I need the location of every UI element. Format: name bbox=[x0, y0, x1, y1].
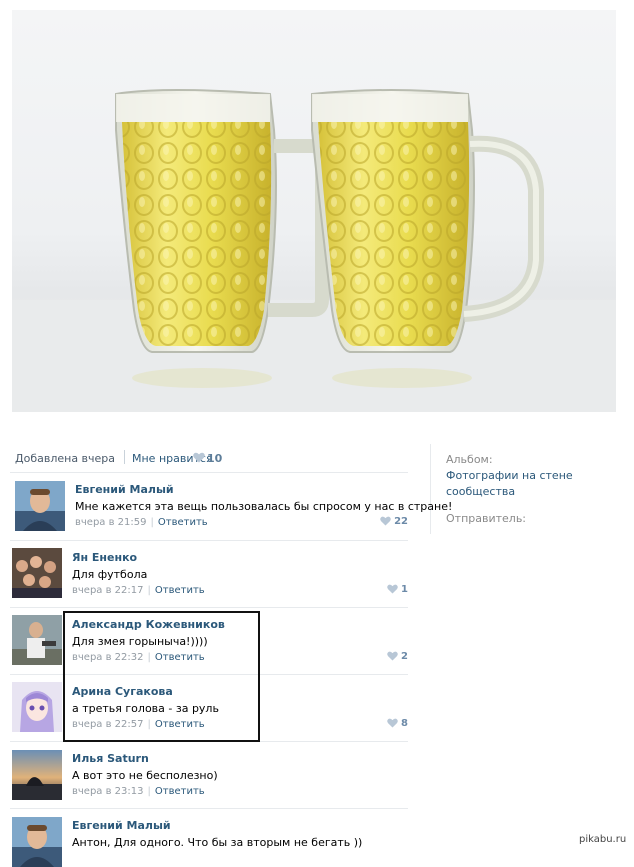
divider bbox=[10, 472, 408, 473]
comment-like-count: 8 bbox=[401, 718, 408, 729]
divider bbox=[10, 540, 408, 541]
heart-icon bbox=[387, 718, 398, 728]
comment-like-count: 1 bbox=[401, 584, 408, 595]
reply-link[interactable]: Ответить bbox=[158, 517, 208, 528]
separator bbox=[124, 450, 125, 464]
heart-icon bbox=[380, 516, 391, 526]
album-label: Альбом: bbox=[446, 453, 493, 466]
sender-label: Отправитель: bbox=[446, 512, 527, 525]
reply-link[interactable]: Ответить bbox=[155, 786, 205, 797]
highlight-frame bbox=[63, 611, 260, 742]
post-photo[interactable] bbox=[12, 10, 616, 412]
comment-text: А вот это не бесполезно) bbox=[72, 769, 218, 782]
comment-time[interactable]: вчера в 22:17 bbox=[72, 585, 144, 596]
avatar[interactable] bbox=[12, 817, 62, 867]
avatar[interactable] bbox=[12, 750, 62, 800]
album-name-line2[interactable]: сообщества bbox=[446, 484, 515, 500]
comment-author[interactable]: Евгений Малый bbox=[75, 483, 174, 496]
comment-text: Антон, Для одного. Что бы за вторым не б… bbox=[72, 836, 363, 849]
watermark: pikabu.ru bbox=[579, 834, 627, 845]
comment-meta: вчера в 22:17 | Ответить bbox=[72, 585, 205, 596]
avatar[interactable] bbox=[12, 548, 62, 598]
comment-author[interactable]: Евгений Малый bbox=[72, 819, 171, 832]
comment-author[interactable]: Ян Ененко bbox=[72, 551, 137, 564]
comment-time[interactable]: вчера в 21:59 bbox=[75, 517, 147, 528]
comment-meta: вчера в 21:59 | Ответить bbox=[75, 517, 208, 528]
comment-like-count: 2 bbox=[401, 651, 408, 662]
heart-icon bbox=[387, 651, 398, 661]
comment-meta: вчера в 23:13 | Ответить bbox=[72, 786, 205, 797]
divider bbox=[10, 808, 408, 809]
comment-like-count: 22 bbox=[394, 516, 408, 527]
reply-link[interactable]: Ответить bbox=[155, 585, 205, 596]
comment-time[interactable]: вчера в 23:13 bbox=[72, 786, 144, 797]
comment-like-button[interactable]: 2 bbox=[387, 651, 408, 662]
avatar[interactable] bbox=[12, 682, 62, 732]
added-date: Добавлена вчера bbox=[15, 452, 116, 465]
comment-text: Для футбола bbox=[72, 568, 148, 581]
left-mug bbox=[115, 89, 329, 353]
column-divider bbox=[430, 444, 431, 534]
avatar[interactable] bbox=[15, 481, 65, 531]
heart-icon[interactable] bbox=[193, 452, 205, 463]
album-name-line1[interactable]: Фотографии на стене bbox=[446, 468, 573, 484]
comment-like-button[interactable]: 8 bbox=[387, 718, 408, 729]
divider bbox=[10, 607, 408, 608]
comment-author[interactable]: Илья Saturn bbox=[72, 752, 149, 765]
right-mug bbox=[311, 89, 544, 353]
avatar[interactable] bbox=[12, 615, 62, 665]
like-count: 10 bbox=[207, 452, 223, 465]
post-info-bar: Добавлена вчера Мне нравится 10 bbox=[15, 450, 409, 472]
comment-text: Мне кажется эта вещь пользовалась бы спр… bbox=[75, 500, 453, 513]
comment-like-button[interactable]: 22 bbox=[380, 516, 408, 527]
heart-icon bbox=[387, 584, 398, 594]
comment-like-button[interactable]: 1 bbox=[387, 584, 408, 595]
